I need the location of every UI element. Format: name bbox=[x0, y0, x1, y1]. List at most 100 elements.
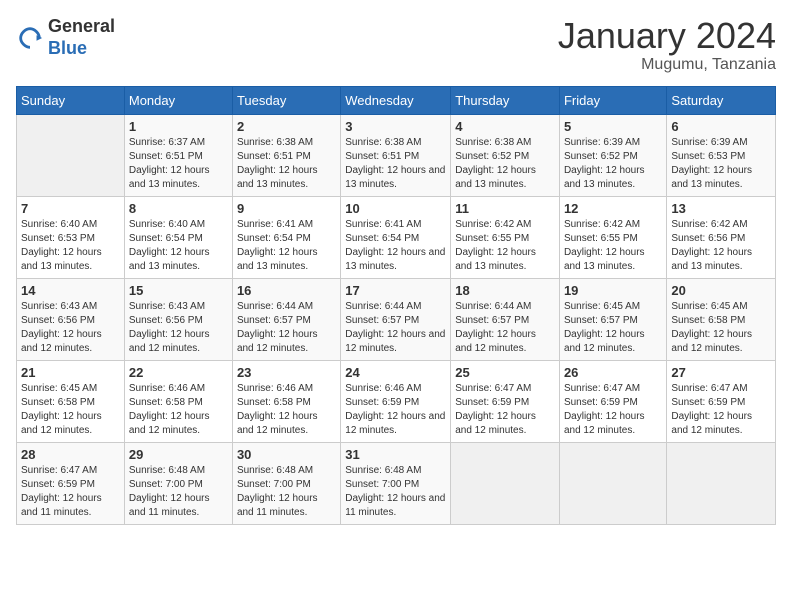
day-info: Sunrise: 6:48 AM Sunset: 7:00 PM Dayligh… bbox=[129, 464, 228, 520]
weekday-header-row: SundayMondayTuesdayWednesdayThursdayFrid… bbox=[17, 86, 776, 114]
day-number: 19 bbox=[564, 283, 662, 298]
calendar-cell: 19 Sunrise: 6:45 AM Sunset: 6:57 PM Dayli… bbox=[559, 278, 666, 360]
calendar-cell bbox=[17, 114, 125, 196]
day-number: 10 bbox=[345, 201, 446, 216]
calendar-cell: 23 Sunrise: 6:46 AM Sunset: 6:58 PM Dayli… bbox=[232, 360, 340, 442]
day-info: Sunrise: 6:46 AM Sunset: 6:58 PM Dayligh… bbox=[129, 382, 228, 438]
weekday-header-friday: Friday bbox=[559, 86, 666, 114]
calendar-week-row: 14 Sunrise: 6:43 AM Sunset: 6:56 PM Dayli… bbox=[17, 278, 776, 360]
calendar-cell bbox=[559, 442, 666, 524]
day-info: Sunrise: 6:38 AM Sunset: 6:51 PM Dayligh… bbox=[345, 136, 446, 192]
day-info: Sunrise: 6:37 AM Sunset: 6:51 PM Dayligh… bbox=[129, 136, 228, 192]
calendar-cell: 9 Sunrise: 6:41 AM Sunset: 6:54 PM Daylig… bbox=[232, 196, 340, 278]
day-info: Sunrise: 6:44 AM Sunset: 6:57 PM Dayligh… bbox=[237, 300, 336, 356]
day-number: 12 bbox=[564, 201, 662, 216]
day-info: Sunrise: 6:47 AM Sunset: 6:59 PM Dayligh… bbox=[21, 464, 120, 520]
calendar-cell: 3 Sunrise: 6:38 AM Sunset: 6:51 PM Daylig… bbox=[341, 114, 451, 196]
day-number: 26 bbox=[564, 365, 662, 380]
day-info: Sunrise: 6:46 AM Sunset: 6:58 PM Dayligh… bbox=[237, 382, 336, 438]
logo-general-text: General bbox=[48, 16, 115, 36]
calendar-cell: 14 Sunrise: 6:43 AM Sunset: 6:56 PM Dayli… bbox=[17, 278, 125, 360]
day-info: Sunrise: 6:47 AM Sunset: 6:59 PM Dayligh… bbox=[671, 382, 771, 438]
day-number: 6 bbox=[671, 119, 771, 134]
day-number: 7 bbox=[21, 201, 120, 216]
calendar-cell: 16Sunrise: 6:44 AM Sunset: 6:57 PM Dayli… bbox=[232, 278, 340, 360]
day-number: 11 bbox=[455, 201, 555, 216]
calendar-cell: 21 Sunrise: 6:45 AM Sunset: 6:58 PM Dayli… bbox=[17, 360, 125, 442]
day-info: Sunrise: 6:40 AM Sunset: 6:54 PM Dayligh… bbox=[129, 218, 228, 274]
day-info: Sunrise: 6:42 AM Sunset: 6:55 PM Dayligh… bbox=[564, 218, 662, 274]
day-number: 9 bbox=[237, 201, 336, 216]
day-info: Sunrise: 6:41 AM Sunset: 6:54 PM Dayligh… bbox=[237, 218, 336, 274]
day-number: 1 bbox=[129, 119, 228, 134]
day-info: Sunrise: 6:40 AM Sunset: 6:53 PM Dayligh… bbox=[21, 218, 120, 274]
calendar-cell: 30Sunrise: 6:48 AM Sunset: 7:00 PM Dayli… bbox=[232, 442, 340, 524]
calendar-cell: 1 Sunrise: 6:37 AM Sunset: 6:51 PM Daylig… bbox=[124, 114, 232, 196]
day-info: Sunrise: 6:47 AM Sunset: 6:59 PM Dayligh… bbox=[455, 382, 555, 438]
weekday-header-monday: Monday bbox=[124, 86, 232, 114]
day-number: 8 bbox=[129, 201, 228, 216]
day-number: 17 bbox=[345, 283, 446, 298]
day-info: Sunrise: 6:48 AM Sunset: 7:00 PM Dayligh… bbox=[345, 464, 446, 520]
weekday-header-thursday: Thursday bbox=[451, 86, 560, 114]
day-number: 13 bbox=[671, 201, 771, 216]
calendar-cell: 15 Sunrise: 6:43 AM Sunset: 6:56 PM Dayli… bbox=[124, 278, 232, 360]
day-info: Sunrise: 6:42 AM Sunset: 6:56 PM Dayligh… bbox=[671, 218, 771, 274]
calendar-cell: 13 Sunrise: 6:42 AM Sunset: 6:56 PM Dayli… bbox=[667, 196, 776, 278]
weekday-header-wednesday: Wednesday bbox=[341, 86, 451, 114]
calendar-cell: 28Sunrise: 6:47 AM Sunset: 6:59 PM Dayli… bbox=[17, 442, 125, 524]
calendar-cell: 11Sunrise: 6:42 AM Sunset: 6:55 PM Dayli… bbox=[451, 196, 560, 278]
day-info: Sunrise: 6:45 AM Sunset: 6:57 PM Dayligh… bbox=[564, 300, 662, 356]
day-info: Sunrise: 6:47 AM Sunset: 6:59 PM Dayligh… bbox=[564, 382, 662, 438]
calendar-week-row: 28Sunrise: 6:47 AM Sunset: 6:59 PM Dayli… bbox=[17, 442, 776, 524]
day-number: 2 bbox=[237, 119, 336, 134]
weekday-header-sunday: Sunday bbox=[17, 86, 125, 114]
day-number: 14 bbox=[21, 283, 120, 298]
calendar-cell: 8 Sunrise: 6:40 AM Sunset: 6:54 PM Daylig… bbox=[124, 196, 232, 278]
calendar-cell: 4 Sunrise: 6:38 AM Sunset: 6:52 PM Daylig… bbox=[451, 114, 560, 196]
day-info: Sunrise: 6:48 AM Sunset: 7:00 PM Dayligh… bbox=[237, 464, 336, 520]
title-block: January 2024 Mugumu, Tanzania bbox=[558, 16, 776, 74]
day-info: Sunrise: 6:38 AM Sunset: 6:51 PM Dayligh… bbox=[237, 136, 336, 192]
calendar-week-row: 21 Sunrise: 6:45 AM Sunset: 6:58 PM Dayli… bbox=[17, 360, 776, 442]
day-info: Sunrise: 6:44 AM Sunset: 6:57 PM Dayligh… bbox=[455, 300, 555, 356]
day-number: 3 bbox=[345, 119, 446, 134]
day-number: 15 bbox=[129, 283, 228, 298]
day-info: Sunrise: 6:39 AM Sunset: 6:53 PM Dayligh… bbox=[671, 136, 771, 192]
weekday-header-tuesday: Tuesday bbox=[232, 86, 340, 114]
calendar-cell: 26 Sunrise: 6:47 AM Sunset: 6:59 PM Dayli… bbox=[559, 360, 666, 442]
calendar-cell bbox=[451, 442, 560, 524]
day-number: 4 bbox=[455, 119, 555, 134]
day-info: Sunrise: 6:38 AM Sunset: 6:52 PM Dayligh… bbox=[455, 136, 555, 192]
calendar-table: SundayMondayTuesdayWednesdayThursdayFrid… bbox=[16, 86, 776, 525]
weekday-header-saturday: Saturday bbox=[667, 86, 776, 114]
calendar-cell: 2 Sunrise: 6:38 AM Sunset: 6:51 PM Daylig… bbox=[232, 114, 340, 196]
calendar-cell: 31 Sunrise: 6:48 AM Sunset: 7:00 PM Dayli… bbox=[341, 442, 451, 524]
logo-blue-text: Blue bbox=[48, 38, 87, 58]
calendar-cell: 29 Sunrise: 6:48 AM Sunset: 7:00 PM Dayli… bbox=[124, 442, 232, 524]
day-number: 29 bbox=[129, 447, 228, 462]
calendar-cell: 22Sunrise: 6:46 AM Sunset: 6:58 PM Dayli… bbox=[124, 360, 232, 442]
calendar-cell: 20Sunrise: 6:45 AM Sunset: 6:58 PM Dayli… bbox=[667, 278, 776, 360]
day-info: Sunrise: 6:41 AM Sunset: 6:54 PM Dayligh… bbox=[345, 218, 446, 274]
location: Mugumu, Tanzania bbox=[558, 56, 776, 74]
day-number: 25 bbox=[455, 365, 555, 380]
day-number: 31 bbox=[345, 447, 446, 462]
day-info: Sunrise: 6:46 AM Sunset: 6:59 PM Dayligh… bbox=[345, 382, 446, 438]
day-info: Sunrise: 6:45 AM Sunset: 6:58 PM Dayligh… bbox=[21, 382, 120, 438]
calendar-cell: 18Sunrise: 6:44 AM Sunset: 6:57 PM Dayli… bbox=[451, 278, 560, 360]
day-number: 24 bbox=[345, 365, 446, 380]
day-number: 21 bbox=[21, 365, 120, 380]
calendar-cell: 12 Sunrise: 6:42 AM Sunset: 6:55 PM Dayli… bbox=[559, 196, 666, 278]
day-info: Sunrise: 6:43 AM Sunset: 6:56 PM Dayligh… bbox=[21, 300, 120, 356]
calendar-cell: 17 Sunrise: 6:44 AM Sunset: 6:57 PM Dayli… bbox=[341, 278, 451, 360]
calendar-cell bbox=[667, 442, 776, 524]
day-info: Sunrise: 6:44 AM Sunset: 6:57 PM Dayligh… bbox=[345, 300, 446, 356]
day-number: 23 bbox=[237, 365, 336, 380]
day-number: 5 bbox=[564, 119, 662, 134]
calendar-cell: 10 Sunrise: 6:41 AM Sunset: 6:54 PM Dayli… bbox=[341, 196, 451, 278]
calendar-cell: 24 Sunrise: 6:46 AM Sunset: 6:59 PM Dayli… bbox=[341, 360, 451, 442]
calendar-cell: 25 Sunrise: 6:47 AM Sunset: 6:59 PM Dayli… bbox=[451, 360, 560, 442]
calendar-cell: 6 Sunrise: 6:39 AM Sunset: 6:53 PM Daylig… bbox=[667, 114, 776, 196]
day-info: Sunrise: 6:43 AM Sunset: 6:56 PM Dayligh… bbox=[129, 300, 228, 356]
